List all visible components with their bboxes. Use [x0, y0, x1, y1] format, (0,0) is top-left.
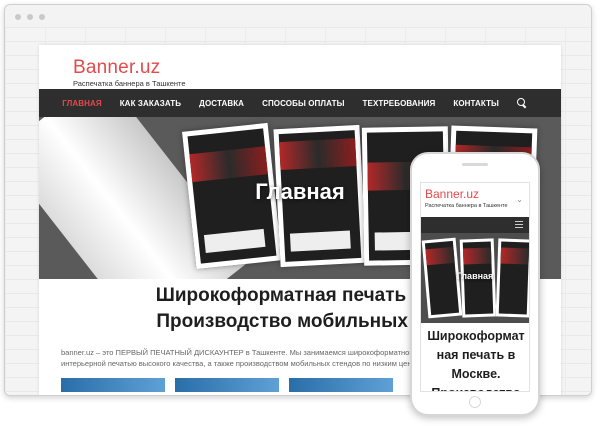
phone-home-button[interactable]	[469, 396, 481, 408]
nav-item-contacts[interactable]: КОНТАКТЫ	[453, 99, 499, 108]
menu-icon[interactable]	[515, 221, 523, 229]
thumbnail-row	[61, 378, 393, 392]
thumbnail-image[interactable]	[289, 378, 393, 392]
main-nav: ГЛАВНАЯ КАК ЗАКАЗАТЬ ДОСТАВКА СПОСОБЫ ОП…	[39, 89, 561, 117]
nav-item-how-to-order[interactable]: КАК ЗАКАЗАТЬ	[120, 99, 181, 108]
window-dot-icon[interactable]	[39, 14, 45, 20]
mobile-heading-line: Производство	[423, 384, 529, 391]
site-tagline: Распечатка баннера в Ташкенте	[73, 79, 186, 88]
thumbnail-image[interactable]	[61, 378, 165, 392]
phone-mockup: Banner.uz Распечатка баннера в Ташкенте …	[410, 152, 540, 416]
mobile-site-tagline: Распечатка баннера в Ташкенте	[425, 203, 508, 209]
nav-item-tech-requirements[interactable]: ТЕХТРЕБОВАНИЯ	[363, 99, 436, 108]
window-dot-icon[interactable]	[27, 14, 33, 20]
phone-speaker	[462, 163, 488, 166]
nav-item-home[interactable]: ГЛАВНАЯ	[62, 99, 102, 108]
mobile-header: Banner.uz Распечатка баннера в Ташкенте …	[421, 183, 529, 217]
mobile-site-logo[interactable]: Banner.uz	[425, 187, 479, 201]
thumbnail-image[interactable]	[175, 378, 279, 392]
mobile-nav-bar	[421, 217, 529, 233]
mobile-hero-banner: Главная	[421, 233, 529, 323]
mobile-hero-title: Главная	[456, 271, 494, 281]
mobile-page-heading: Широкоформат ная печать в Москве. Произв…	[423, 327, 529, 391]
mobile-heading-line: ная печать в	[436, 348, 516, 362]
nav-item-payment[interactable]: СПОСОБЫ ОПЛАТЫ	[262, 99, 344, 108]
chevron-down-icon[interactable]: ⌄	[516, 195, 523, 204]
window-controls	[15, 14, 45, 20]
nav-item-delivery[interactable]: ДОСТАВКА	[199, 99, 244, 108]
search-icon[interactable]	[517, 98, 527, 108]
mobile-heading-line: Москве.	[451, 367, 501, 381]
mobile-heading-line: Широкоформат	[427, 329, 525, 343]
window-dot-icon[interactable]	[15, 14, 21, 20]
site-logo[interactable]: Banner.uz	[73, 57, 160, 79]
phone-screen: Banner.uz Распечатка баннера в Ташкенте …	[420, 182, 530, 392]
